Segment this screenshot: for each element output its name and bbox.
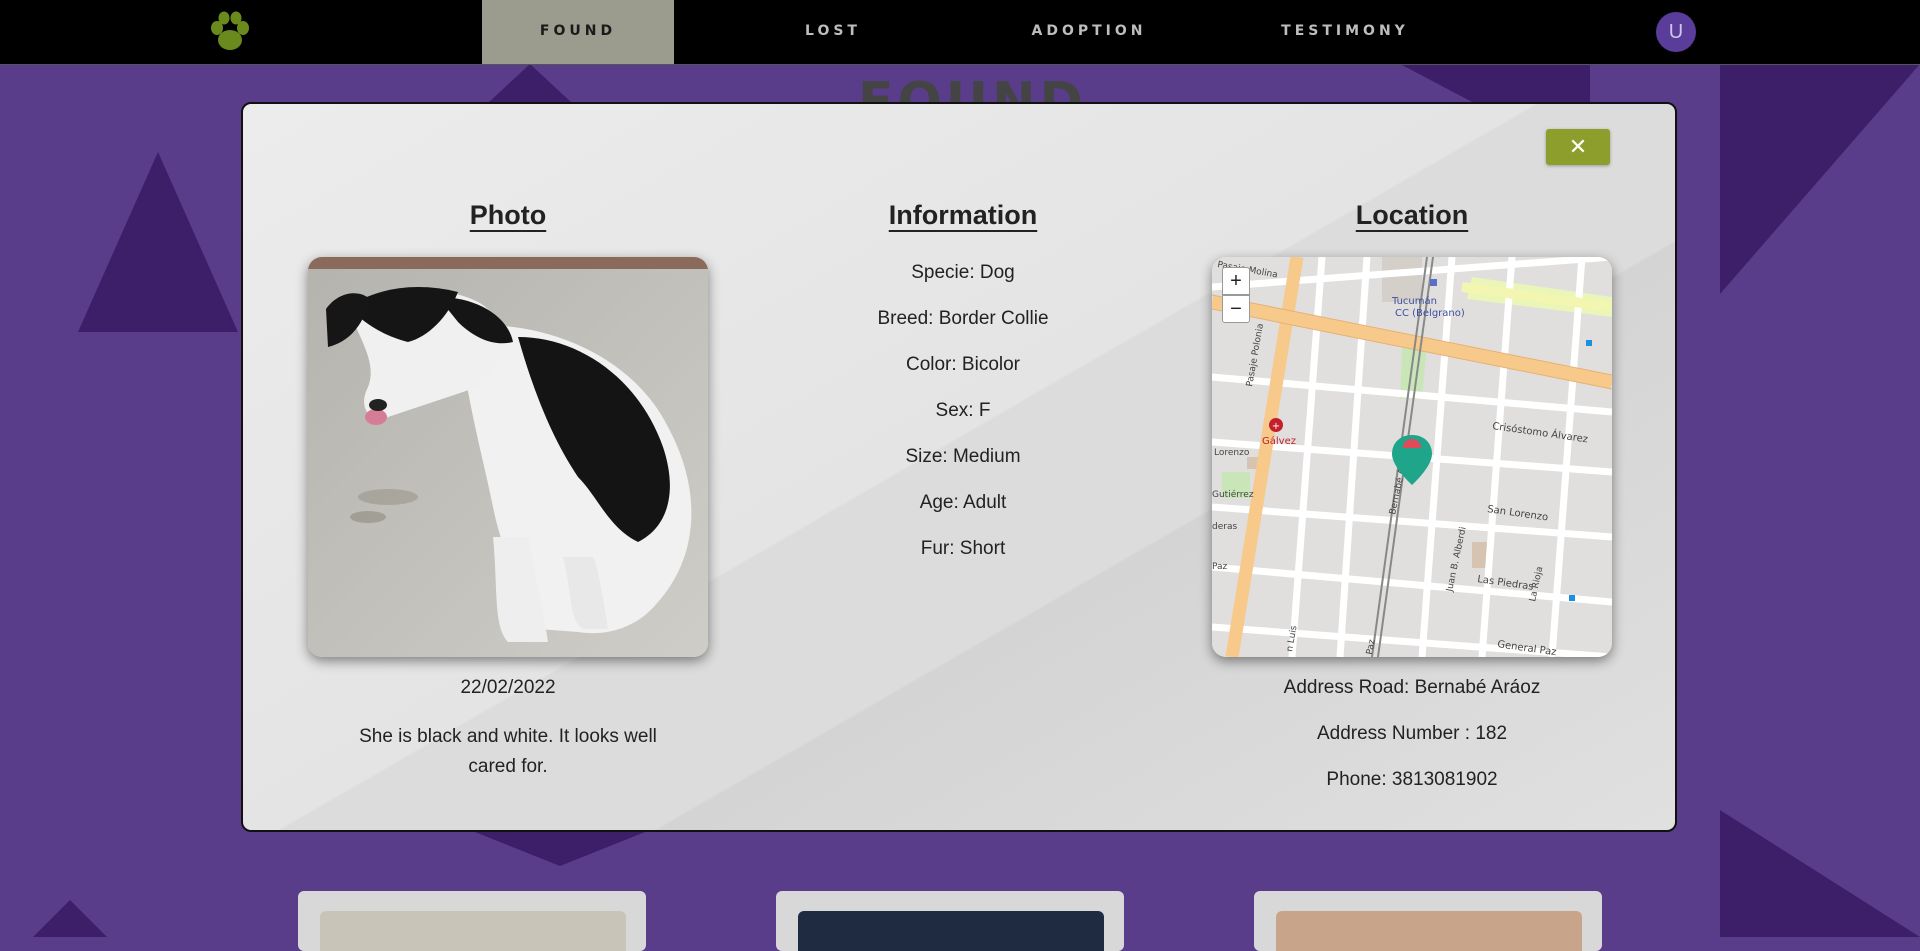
info-sex: Sex: F: [935, 400, 991, 421]
map-label: Paz: [1212, 562, 1228, 572]
pet-detail-modal: ✕ Photo 22/02/2022 She is black and whit…: [241, 102, 1677, 832]
nav-tab-found[interactable]: FOUND: [482, 0, 674, 64]
map-label: Lorenzo: [1214, 448, 1250, 458]
info-size: Size: Medium: [905, 446, 1021, 467]
pet-card[interactable]: [298, 891, 646, 951]
info-fur: Fur: Short: [920, 538, 1006, 559]
phone-number: Phone: 3813081902: [1326, 769, 1498, 790]
pet-card[interactable]: [1254, 891, 1602, 951]
svg-text:+: +: [1272, 421, 1280, 432]
info-breed: Breed: Border Collie: [877, 308, 1049, 329]
info-age: Age: Adult: [919, 492, 1007, 513]
map-label: Tucumán: [1391, 295, 1437, 307]
nav-tab-testimony[interactable]: TESTIMONY: [1249, 0, 1441, 64]
address-road: Address Road: Bernabé Aráoz: [1283, 677, 1541, 698]
info-specie: Specie: Dog: [911, 262, 1015, 283]
map-label: Gálvez: [1262, 435, 1296, 447]
nav-tab-lost[interactable]: LOST: [737, 0, 929, 64]
address-number: Address Number : 182: [1316, 723, 1508, 744]
user-avatar[interactable]: U: [1656, 12, 1696, 52]
location-heading: Location: [1355, 200, 1469, 230]
top-navbar: FOUND LOST ADOPTION TESTIMONY U: [0, 0, 1920, 65]
pet-photo: [308, 257, 708, 657]
information-heading: Information: [888, 200, 1038, 230]
map-zoom-out-button[interactable]: −: [1222, 295, 1250, 323]
map-label: deras: [1212, 522, 1237, 532]
info-color: Color: Bicolor: [905, 354, 1021, 375]
photo-heading: Photo: [469, 200, 547, 230]
nav-tab-adoption[interactable]: ADOPTION: [993, 0, 1185, 64]
close-button[interactable]: ✕: [1546, 129, 1610, 165]
pet-description: She is black and white. It looks well ca…: [359, 726, 657, 777]
location-map[interactable]: + Tucumán CC (Belgrano) Gálvez Crisóstom…: [1212, 257, 1612, 657]
map-label: Gutiérrez: [1212, 489, 1254, 500]
map-zoom-in-button[interactable]: +: [1222, 267, 1250, 295]
paw-logo-icon[interactable]: [206, 10, 254, 54]
pet-card[interactable]: [776, 891, 1124, 951]
found-date: 22/02/2022: [460, 677, 556, 698]
map-label: CC (Belgrano): [1395, 308, 1465, 319]
